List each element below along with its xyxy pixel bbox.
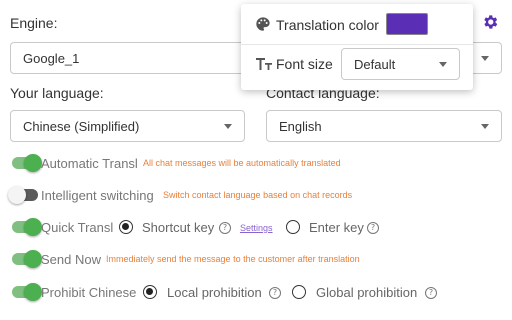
local-prohibition-radio[interactable]	[143, 285, 157, 299]
global-prohibition-label: Global prohibition	[316, 285, 418, 300]
automatic-translate-hint: All chat messages will be automatically …	[143, 158, 341, 168]
font-size-value: Default	[354, 56, 396, 72]
send-now-toggle[interactable]	[12, 250, 42, 268]
send-now-hint: Immediately send the message to the cust…	[106, 254, 360, 264]
translation-color-swatch[interactable]	[386, 13, 428, 35]
gear-icon[interactable]	[481, 13, 499, 31]
intelligent-switching-label: Intelligent switching	[41, 188, 154, 203]
contact-language-select[interactable]: English	[266, 110, 502, 142]
popup-divider	[241, 44, 473, 45]
prohibit-chinese-toggle[interactable]	[12, 283, 42, 301]
your-language-select[interactable]: Chinese (Simplified)	[10, 110, 245, 142]
quick-translate-label: Quick Transl	[41, 220, 114, 235]
help-icon[interactable]: ?	[219, 222, 231, 234]
send-now-label: Send Now	[41, 252, 101, 267]
engine-select-value: Google_1	[23, 50, 80, 66]
chevron-down-icon	[224, 124, 232, 129]
settings-link[interactable]: Settings	[240, 223, 273, 233]
font-size-label: Font size	[276, 56, 333, 72]
your-language-value: Chinese (Simplified)	[23, 118, 140, 134]
shortcut-key-radio[interactable]	[119, 220, 133, 234]
automatic-translate-toggle[interactable]	[12, 154, 42, 172]
help-icon[interactable]: ?	[269, 287, 281, 299]
quick-translate-toggle[interactable]	[12, 218, 42, 236]
chevron-down-icon	[481, 56, 489, 61]
help-icon[interactable]: ?	[367, 222, 379, 234]
contact-language-value: English	[279, 118, 322, 134]
translation-color-label: Translation color	[276, 17, 379, 33]
local-prohibition-label: Local prohibition	[167, 285, 262, 300]
intelligent-switching-hint: Switch contact language based on chat re…	[163, 190, 353, 200]
your-language-label: Your language:	[10, 85, 104, 101]
engine-label: Engine:	[10, 15, 58, 31]
palette-icon	[255, 16, 271, 32]
enter-key-radio[interactable]	[286, 220, 300, 234]
display-settings-popup: Translation color Font size Default	[241, 4, 473, 90]
font-size-select[interactable]: Default	[341, 48, 460, 80]
automatic-translate-label: Automatic Transl	[41, 156, 138, 171]
chevron-down-icon	[481, 124, 489, 129]
help-icon[interactable]: ?	[425, 287, 437, 299]
shortcut-key-label: Shortcut key	[142, 220, 215, 235]
font-size-icon	[255, 56, 273, 72]
enter-key-label: Enter key	[309, 220, 364, 235]
global-prohibition-radio[interactable]	[292, 285, 306, 299]
chevron-down-icon	[439, 62, 447, 67]
prohibit-chinese-label: Prohibit Chinese	[41, 285, 137, 300]
intelligent-switching-toggle[interactable]	[8, 186, 38, 204]
